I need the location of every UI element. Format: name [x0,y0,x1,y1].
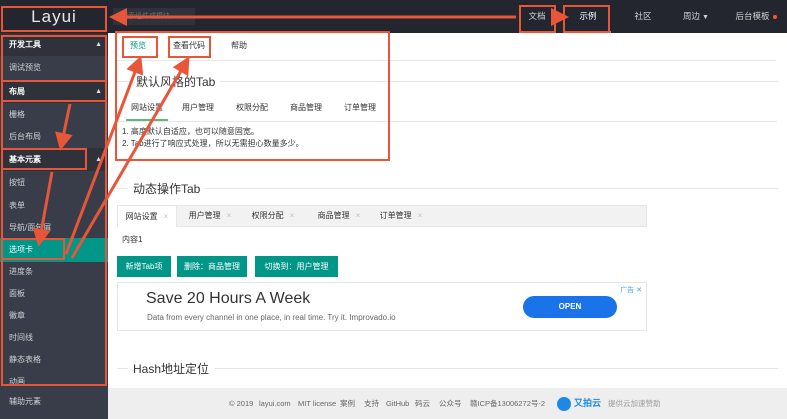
divider [116,60,776,61]
ad-open-button[interactable]: OPEN [523,296,617,318]
divider [202,188,778,189]
sidebar-item-grid[interactable]: 栅格 [0,103,108,127]
sidebar-item-static-table[interactable]: 静态表格 [0,348,108,372]
sidebar-item-debug-preview[interactable]: 调试预览 [0,56,108,80]
sidebar-item-nav-breadcrumb[interactable]: 导航/面包屑 [0,216,108,240]
tab-user-management[interactable]: 用户管理 [177,97,219,119]
section-title-hash: Hash地址定位 [128,360,215,377]
nav-peripherals-label: 周边 [683,11,701,21]
footer-brand-note: 提供云加速赞助 [608,399,661,408]
sidebar-item-progress[interactable]: 进度条 [0,260,108,284]
sidebar-item-helper-elements[interactable]: 辅助元素 [0,390,108,414]
ad-choices-tag[interactable]: 广告 ✕ [620,285,642,295]
section-title-dynamic-tab: 动态操作Tab [128,180,206,197]
footer-license-link[interactable]: MIT license [298,388,336,419]
sidebar-section-label: 基本元素 [9,155,41,164]
nav-examples[interactable]: 示例 [565,0,611,33]
close-icon[interactable]: × [418,211,423,220]
upyun-logo-icon [557,397,571,411]
close-icon[interactable]: × [356,211,361,220]
divider [117,121,777,122]
nav-admin-template-label: 后台模板 [735,11,770,21]
tab-order-management[interactable]: 订单管理 [339,97,381,119]
new-badge-dot [772,14,777,19]
close-icon[interactable]: × [290,211,295,220]
dynamic-tab-label: 网站设置 [125,212,158,221]
sidebar-item-button[interactable]: 按钮 [0,171,108,195]
dynamic-tab-label: 用户管理 [188,211,221,220]
collapse-arrow-icon: ▲ [95,41,102,48]
sidebar-item-badge[interactable]: 徽章 [0,304,108,328]
sidebar-section-layout[interactable]: 布局 ▲ [0,80,108,103]
switch-tab-button[interactable]: 切换到：用户管理 [255,256,338,277]
sidebar-item-form[interactable]: 表单 [0,194,108,218]
divider [206,368,778,369]
nav-admin-template[interactable]: 后台模板 [728,0,784,33]
dynamic-tab-label: 订单管理 [379,211,412,220]
chevron-down-icon: ▼ [702,14,709,21]
ad-title: Save 20 Hours A Week [146,290,311,307]
section-title-default-tab: 默认风格的Tab [131,73,221,90]
footer: © 2019 layui.com MIT license 案例 支持 GitHu… [108,388,787,419]
delete-tab-button[interactable]: 删除：商品管理 [177,256,247,277]
main-content: 预览 查看代码 帮助 默认风格的Tab 网站设置 用户管理 权限分配 商品管理 … [108,33,787,419]
collapse-arrow-icon: ▲ [95,88,102,95]
sidebar-item-tabs[interactable]: 选项卡 [0,238,108,262]
default-tab-bar: 网站设置 用户管理 权限分配 商品管理 订单管理 [117,97,777,121]
top-header: Layui 搜索组件或模块 文档 示例 社区 周边 ▼ 后台模板 [0,0,787,33]
nav-peripherals[interactable]: 周边 ▼ [678,0,714,33]
tab-view-code[interactable]: 查看代码 [168,33,210,59]
sidebar-section-basic-elements[interactable]: 基本元素 ▲ [0,148,108,171]
dynamic-tab-content: 内容1 [122,235,143,244]
search-input[interactable]: 搜索组件或模块 [113,8,195,25]
dynamic-tab-product-management[interactable]: 商品管理 × [307,205,371,227]
dynamic-tab-label: 权限分配 [251,211,284,220]
footer-link[interactable]: 案例 [340,388,355,419]
tab-permission[interactable]: 权限分配 [231,97,273,119]
dynamic-tab-user-management[interactable]: 用户管理 × [179,205,241,227]
dynamic-tab-list: 网站设置 × 用户管理 × 权限分配 × 商品管理 × 订单管理 × [117,205,647,227]
sidebar-section-label: 布局 [9,87,25,96]
nav-community[interactable]: 社区 [628,0,658,33]
collapse-arrow-icon: ▲ [95,156,102,163]
tab-website-settings[interactable]: 网站设置 [126,97,168,121]
sidebar-item-timeline[interactable]: 时间线 [0,326,108,350]
tab-help[interactable]: 帮助 [226,33,252,59]
close-icon[interactable]: × [164,212,169,221]
dynamic-tab-label: 商品管理 [317,211,350,220]
dynamic-tab-order-management[interactable]: 订单管理 × [369,205,433,227]
footer-icp[interactable]: 赣ICP备13006272号-2 [470,388,545,419]
tab-preview[interactable]: 预览 [124,33,152,59]
footer-link[interactable]: 支持 [364,388,379,419]
sidebar-section-label: 开发工具 [9,40,41,49]
sidebar-item-admin-layout[interactable]: 后台布局 [0,125,108,149]
sidebar-section-devtools[interactable]: 开发工具 ▲ [0,33,108,56]
sidebar: 开发工具 ▲ 调试预览 布局 ▲ 栅格 后台布局 基本元素 ▲ 按钮 表单 导航/面包… [0,33,108,419]
ad-subtitle: Data from every channel in one place, in… [147,313,396,322]
add-tab-button[interactable]: 新增Tab项 [117,256,171,277]
ad-banner[interactable]: Save 20 Hours A Week Data from every cha… [117,282,647,331]
dynamic-tab-permission[interactable]: 权限分配 × [241,205,305,227]
tab-content-line: 2. Tab进行了响应式处理，所以无需担心数量多少。 [122,139,304,148]
footer-link[interactable]: GitHub [386,388,409,419]
footer-site-link[interactable]: layui.com [259,388,291,419]
divider [212,81,778,82]
footer-link[interactable]: 码云 [415,388,430,419]
footer-copyright: © 2019 [229,399,254,408]
sidebar-item-panel[interactable]: 面板 [0,282,108,306]
footer-brand[interactable]: 又拍云 [574,388,601,419]
tab-content-line: 1. 高度默认自适应，也可以随意固宽。 [122,127,259,136]
divider [117,81,132,82]
nav-docs[interactable]: 文档 [520,0,554,33]
tab-product-management[interactable]: 商品管理 [285,97,327,119]
footer-link[interactable]: 公众号 [439,388,462,419]
close-icon[interactable]: × [227,211,232,220]
logo[interactable]: Layui [0,0,108,33]
dynamic-tab-website-settings[interactable]: 网站设置 × [117,205,177,227]
